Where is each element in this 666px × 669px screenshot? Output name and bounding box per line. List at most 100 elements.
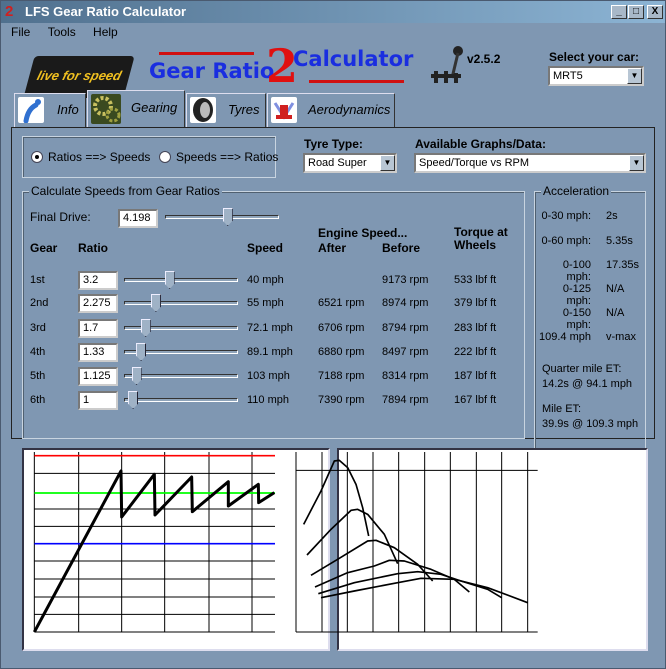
menu-bar: File Tools Help — [1, 23, 122, 41]
ratio-input[interactable]: 2.275 — [78, 294, 118, 313]
mile-label: Mile ET: — [542, 403, 582, 415]
gears-icon — [91, 94, 121, 124]
torque-value: 533 lbf ft — [454, 274, 497, 286]
tab-label: Tyres — [228, 102, 260, 117]
app-window: 2 LFS Gear Ratio Calculator _ □ X File T… — [0, 0, 666, 669]
header-speed: Speed — [247, 241, 284, 255]
speed-value: 72.1 mph — [247, 322, 293, 334]
acceleration-title: Acceleration — [541, 184, 612, 198]
menu-tools[interactable]: Tools — [48, 25, 76, 39]
torque-curve-gear-2 — [306, 508, 399, 565]
accel-value: 2s — [606, 210, 618, 222]
tab-label: Gearing — [131, 100, 178, 115]
tab-label: Info — [57, 102, 79, 117]
ratio-input[interactable]: 1.33 — [78, 343, 118, 362]
ratio-slider-track[interactable] — [124, 398, 238, 402]
torque-curve-gear-3 — [310, 539, 434, 582]
header-after: After — [318, 241, 347, 255]
rpm-after-value: 7390 rpm — [318, 394, 365, 406]
rpm-after-value: 6521 rpm — [318, 297, 365, 309]
tab-aerodynamics[interactable]: Aerodynamics — [267, 93, 395, 127]
torque-value: 222 lbf ft — [454, 346, 497, 358]
window-title: LFS Gear Ratio Calculator — [25, 4, 187, 19]
torque-value: 167 lbf ft — [454, 394, 497, 406]
logo-line — [159, 52, 254, 55]
rpm-after-value: 7188 rpm — [318, 370, 365, 382]
ratio-input[interactable]: 1 — [78, 391, 118, 410]
chevron-down-icon[interactable]: ▼ — [627, 68, 642, 84]
maximize-button[interactable]: □ — [628, 5, 644, 19]
rpm-before-value: 9173 rpm — [382, 274, 429, 286]
final-drive-slider-track[interactable] — [165, 215, 279, 219]
accel-label: 0-60 mph: — [541, 235, 591, 247]
title-bar: 2 LFS Gear Ratio Calculator — [1, 1, 665, 23]
accel-label: 0-125 mph: — [562, 283, 591, 307]
graphs-label: Available Graphs/Data: — [415, 137, 546, 151]
close-button[interactable]: X — [647, 5, 663, 19]
speed-value: 89.1 mph — [247, 346, 293, 358]
header-gear: Gear — [30, 241, 58, 255]
car-select-label: Select your car: — [549, 50, 640, 64]
logo-line — [309, 80, 404, 83]
graphs-value: Speed/Torque vs RPM — [419, 157, 530, 169]
rpm-before-value: 7894 rpm — [382, 394, 429, 406]
radio-speeds-to-ratios[interactable] — [159, 151, 171, 163]
rpm-before-value: 8314 rpm — [382, 370, 429, 382]
ratio-input[interactable]: 1.7 — [78, 319, 118, 338]
rpm-vs-speed-series — [33, 469, 276, 633]
menu-file[interactable]: File — [11, 25, 30, 39]
chevron-down-icon[interactable]: ▼ — [629, 155, 644, 171]
charts-canvas — [33, 452, 538, 633]
speed-value: 110 mph — [247, 394, 289, 406]
header-ratio: Ratio — [78, 241, 108, 255]
final-drive-input[interactable]: 4.198 — [118, 209, 158, 228]
accel-value: v-max — [606, 331, 636, 343]
ratio-slider-track[interactable] — [124, 301, 238, 305]
car-select[interactable]: MRT5 ▼ — [548, 66, 644, 86]
rpm-before-value: 8794 rpm — [382, 322, 429, 334]
logo-text: live for speed — [35, 68, 124, 83]
torque-value: 187 lbf ft — [454, 370, 497, 382]
tyre-icon — [190, 97, 216, 123]
car-select-value: MRT5 — [553, 70, 583, 82]
gear-label: 4th — [30, 346, 46, 358]
accel-label: 0-100 mph: — [562, 259, 591, 283]
quarter-mile-value: 14.2s @ 94.1 mph — [542, 378, 633, 390]
tab-info[interactable]: Info — [14, 93, 86, 127]
quarter-mile-label: Quarter mile ET: — [542, 363, 622, 375]
ratio-slider-track[interactable] — [124, 278, 238, 282]
torque-value: 283 lbf ft — [454, 322, 497, 334]
app-title-left: Gear Ratio — [149, 59, 275, 83]
menu-help[interactable]: Help — [93, 25, 118, 39]
rpm-before-value: 8497 rpm — [382, 346, 429, 358]
radio-label: Speeds ==> Ratios — [176, 150, 279, 164]
tyre-type-select[interactable]: Road Super ▼ — [303, 153, 397, 173]
speed-value: 40 mph — [247, 274, 284, 286]
header-engine-speed: Engine Speed... — [318, 226, 408, 240]
info-icon — [18, 97, 44, 124]
radio-label: Ratios ==> Speeds — [48, 150, 151, 164]
radio-ratios-to-speeds[interactable] — [31, 151, 43, 163]
tab-gearing[interactable]: Gearing — [87, 90, 185, 128]
minimize-button[interactable]: _ — [611, 5, 627, 19]
speed-value: 55 mph — [247, 297, 284, 309]
accel-value: N/A — [606, 307, 625, 319]
app-title-right: Calculator — [293, 47, 414, 71]
header-torque: Torque at Wheels — [454, 225, 508, 252]
speed-value: 103 mph — [247, 370, 290, 382]
calc-group-title: Calculate Speeds from Gear Ratios — [29, 184, 222, 198]
final-drive-label: Final Drive: — [30, 210, 91, 224]
tab-label: Aerodynamics — [308, 102, 391, 117]
accel-label: 0-150 mph: — [562, 307, 591, 331]
graphs-select[interactable]: Speed/Torque vs RPM ▼ — [414, 153, 646, 173]
ratio-input[interactable]: 1.125 — [78, 367, 118, 386]
rpm-before-value: 8974 rpm — [382, 297, 429, 309]
rpm-after-value: 6880 rpm — [318, 346, 365, 358]
ratio-input[interactable]: 3.2 — [78, 271, 118, 290]
accel-label: 0-30 mph: — [541, 210, 591, 222]
accel-label: 109.4 mph — [539, 331, 591, 343]
gear-shifter-icon — [426, 43, 466, 88]
chevron-down-icon[interactable]: ▼ — [380, 155, 395, 171]
tyre-type-value: Road Super — [308, 157, 367, 169]
tab-tyres[interactable]: Tyres — [186, 93, 266, 127]
